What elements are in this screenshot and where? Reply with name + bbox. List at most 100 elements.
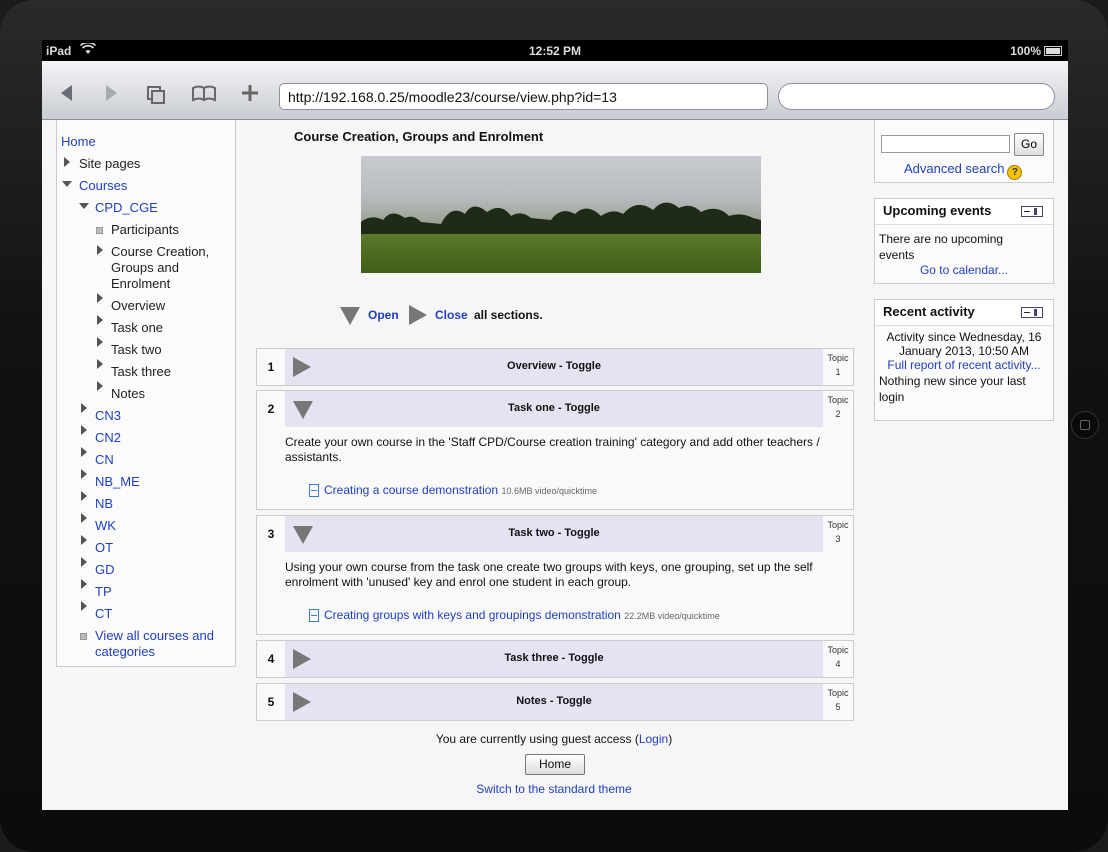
section-toggle[interactable]: Notes - Toggle <box>285 684 823 720</box>
nav-task-two[interactable]: Task two <box>111 342 162 357</box>
expand-icon[interactable] <box>81 447 87 457</box>
advanced-search-link[interactable]: Advanced search <box>904 161 1004 176</box>
no-events-text: There are no upcoming events <box>879 232 1004 262</box>
block-collapse-icon[interactable] <box>1021 206 1043 217</box>
course-section: 4 Task three - Toggle Topic 4 <box>256 640 854 678</box>
nav-course[interactable]: GD <box>95 562 115 577</box>
search-go-button[interactable]: Go <box>1014 133 1044 156</box>
bookmarks-icon[interactable] <box>190 79 218 107</box>
nav-course[interactable]: WK <box>95 518 116 533</box>
collapse-icon[interactable] <box>62 181 72 187</box>
resource-meta: 22.2MB video/quicktime <box>624 611 720 621</box>
url-field[interactable]: http://192.168.0.25/moodle23/course/view… <box>279 83 768 110</box>
nav-course-cpd-cge[interactable]: CPD_CGE <box>95 200 158 215</box>
expand-icon[interactable] <box>97 337 103 347</box>
expand-icon[interactable] <box>81 469 87 479</box>
screen: iPad 12:52 PM 100% http://192.168.0.25/m… <box>42 40 1068 810</box>
home-button[interactable]: Home <box>525 754 585 775</box>
collapse-icon[interactable] <box>79 203 89 209</box>
nav-participants[interactable]: Participants <box>111 222 179 237</box>
nav-home[interactable]: Home <box>61 134 96 149</box>
expand-icon[interactable] <box>97 293 103 303</box>
section-number: 1 <box>267 360 275 374</box>
back-icon[interactable] <box>53 79 81 107</box>
nav-course[interactable]: NB_ME <box>95 474 140 489</box>
open-all-icon[interactable] <box>340 307 360 325</box>
upcoming-events-block: Upcoming events There are no upcoming ev… <box>874 198 1054 284</box>
full-report-link[interactable]: Full report of recent activity... <box>875 358 1053 372</box>
page-content: Home Site pages Courses CPD_CGE Particip… <box>42 120 1068 810</box>
section-description: Using your own course from the task one … <box>285 560 813 589</box>
expand-icon[interactable] <box>97 245 103 255</box>
switch-theme-link[interactable]: Switch to the standard theme <box>256 782 852 796</box>
section-number: 4 <box>267 652 275 666</box>
advanced-search[interactable]: Advanced search? <box>904 161 1023 180</box>
section-toggle[interactable]: Task two - Toggle <box>285 516 823 552</box>
forward-icon[interactable] <box>97 79 125 107</box>
section-title[interactable]: Overview - Toggle <box>285 360 823 372</box>
open-all-link[interactable]: Open <box>368 308 399 322</box>
navigation-block: Home Site pages Courses CPD_CGE Particip… <box>56 120 236 667</box>
close-all-icon[interactable] <box>409 305 427 325</box>
expand-icon[interactable] <box>81 601 87 611</box>
expand-icon[interactable] <box>64 157 70 167</box>
expand-icon[interactable] <box>81 513 87 523</box>
clock: 12:52 PM <box>528 44 582 58</box>
block-title: Upcoming events <box>875 199 1053 225</box>
close-all-link[interactable]: Close <box>435 308 468 322</box>
nav-courses[interactable]: Courses <box>79 178 127 193</box>
tabs-icon[interactable] <box>142 79 170 107</box>
section-title[interactable]: Task three - Toggle <box>285 652 823 664</box>
nav-course[interactable]: NB <box>95 496 113 511</box>
block-collapse-icon[interactable] <box>1021 307 1043 318</box>
leaf-icon <box>96 227 103 234</box>
resource-link[interactable]: Creating groups with keys and groupings … <box>324 608 621 622</box>
leaf-icon <box>80 633 87 640</box>
expand-icon[interactable] <box>97 315 103 325</box>
section-number: 5 <box>267 695 275 709</box>
expand-icon[interactable] <box>81 535 87 545</box>
section-topic-label: Topic 5 <box>827 688 849 712</box>
section-topic-label: Topic 3 <box>827 520 849 544</box>
nav-course[interactable]: CN2 <box>95 430 121 445</box>
resource-item[interactable]: Creating a course demonstration 10.6MB v… <box>309 483 597 497</box>
section-title[interactable]: Notes - Toggle <box>285 695 823 707</box>
nav-task-one[interactable]: Task one <box>111 320 163 335</box>
nav-course-creation[interactable]: Course Creation, Groups and Enrolment <box>111 244 223 292</box>
section-number: 2 <box>267 402 275 416</box>
ipad-home-button[interactable] <box>1071 411 1099 439</box>
login-link[interactable]: Login <box>639 732 668 746</box>
nav-view-all-courses[interactable]: View all courses and categories <box>95 628 230 660</box>
nav-notes[interactable]: Notes <box>111 386 145 401</box>
section-toggle[interactable]: Task one - Toggle <box>285 391 823 427</box>
add-icon[interactable] <box>236 79 264 107</box>
expand-icon[interactable] <box>97 381 103 391</box>
section-toggle[interactable]: Overview - Toggle <box>285 349 823 385</box>
forum-search-input[interactable] <box>881 135 1010 153</box>
expand-icon[interactable] <box>81 403 87 413</box>
expand-icon[interactable] <box>81 557 87 567</box>
section-number: 3 <box>267 527 275 541</box>
help-icon[interactable]: ? <box>1007 165 1023 180</box>
nav-course[interactable]: CN <box>95 452 114 467</box>
expand-icon[interactable] <box>97 359 103 369</box>
resource-link[interactable]: Creating a course demonstration <box>324 483 498 497</box>
recent-activity-block: Recent activity Activity since Wednesday… <box>874 299 1054 421</box>
nav-course[interactable]: CN3 <box>95 408 121 423</box>
nav-task-three[interactable]: Task three <box>111 364 171 379</box>
nav-course[interactable]: TP <box>95 584 112 599</box>
expand-icon[interactable] <box>81 491 87 501</box>
section-title[interactable]: Task two - Toggle <box>285 527 823 539</box>
nav-overview[interactable]: Overview <box>111 298 165 313</box>
resource-item[interactable]: Creating groups with keys and groupings … <box>309 608 720 622</box>
nav-course[interactable]: OT <box>95 540 113 555</box>
nav-site-pages[interactable]: Site pages <box>79 156 140 171</box>
section-toggle[interactable]: Task three - Toggle <box>285 641 823 677</box>
browser-search-field[interactable] <box>778 83 1055 110</box>
course-section: 2 Task one - Toggle Topic 2 Create your o… <box>256 390 854 510</box>
expand-icon[interactable] <box>81 579 87 589</box>
nav-course[interactable]: CT <box>95 606 112 621</box>
section-title[interactable]: Task one - Toggle <box>285 402 823 414</box>
expand-icon[interactable] <box>81 425 87 435</box>
go-to-calendar-link[interactable]: Go to calendar... <box>875 263 1053 277</box>
